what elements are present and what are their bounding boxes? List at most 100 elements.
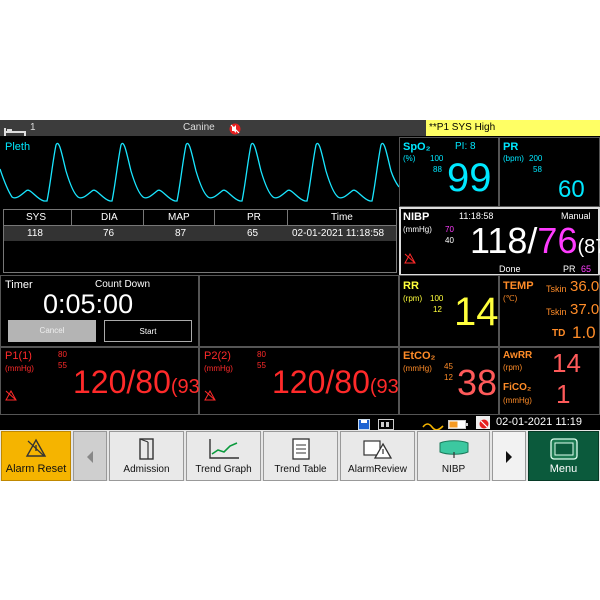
awrr-value: 14 [552, 348, 581, 378]
spo2-value: 99 [447, 156, 492, 200]
etco2-high-limit: 45 [444, 362, 453, 371]
p2-reading: 120/80(93) [272, 366, 405, 398]
rr-low-limit: 12 [433, 305, 442, 314]
p1-value: 120/80 [73, 364, 171, 400]
nibp-table-header-dia: DIA [101, 212, 118, 223]
spo2-panel[interactable]: SpO₂ PI: 8 (%) 100 88 99 [399, 137, 499, 207]
nibp-table-header-pr: PR [247, 212, 261, 223]
scroll-left-button[interactable] [73, 431, 107, 481]
nibp-reading: 118/76(87) [470, 223, 600, 259]
alarm-reset-label: Alarm Reset [5, 463, 67, 475]
tskin1-value: 36.0 [570, 278, 600, 295]
menu-label: Menu [549, 463, 578, 475]
timer-label: Timer [5, 279, 33, 291]
awrr-label: AwRR [503, 350, 533, 361]
alarm-reset-button[interactable]: Alarm Reset [1, 431, 71, 481]
p1-panel[interactable]: P1(1) (mmHg) 80 55 120/80(93) [0, 347, 206, 415]
etco2-value: 38 [457, 362, 498, 403]
pleth-waveform-panel[interactable]: Pleth [0, 137, 399, 207]
alarm-message-bar[interactable]: **P1 SYS High [426, 120, 600, 136]
nibp-button[interactable]: NIBP [417, 431, 490, 481]
timer-start-button[interactable]: Start [104, 320, 192, 342]
rr-value: 14 [454, 290, 499, 334]
nibp-table-divider [214, 210, 215, 225]
p2-high-limit: 80 [257, 350, 266, 359]
nibp-pr-label: PR [563, 264, 576, 274]
pr-low-limit: 58 [533, 165, 542, 174]
monitor-icon [549, 438, 578, 460]
rr-panel[interactable]: RR (rpm) 100 12 14 [399, 275, 499, 347]
awrr-panel[interactable]: AwRR (rpm) 14 FiCO₂ (mmHg) 1 [499, 347, 600, 415]
temp-unit: (℃) [503, 294, 518, 303]
nibp-high-limit: 70 [445, 225, 454, 234]
p2-low-limit: 55 [257, 361, 266, 370]
p2-value: 120/80 [272, 364, 370, 400]
rr-high-limit: 100 [430, 294, 444, 303]
trend-graph-button[interactable]: Trend Graph [186, 431, 261, 481]
fico2-value: 1 [556, 379, 571, 409]
alarm-message-text: **P1 SYS High [429, 122, 496, 133]
nibp-table-divider [287, 210, 288, 225]
timer-cancel-button[interactable]: Cancel [8, 320, 96, 342]
nibp-row-time: 02-01-2021 11:18:58 [292, 228, 385, 239]
pr-panel[interactable]: PR (bpm) 200 58 60 [499, 137, 600, 207]
nibp-pr-value: 65 [581, 264, 592, 274]
nibp-dia-value: 76 [537, 220, 578, 261]
p2-alarm-off-icon [204, 388, 216, 406]
pr-unit: (bpm) [503, 154, 524, 163]
nibp-map-value: (87) [577, 236, 600, 258]
trend-table-icon [291, 438, 310, 460]
nibp-label: NIBP [403, 211, 430, 223]
tskin2-value: 37.0 [570, 301, 600, 318]
rr-unit: (rpm) [403, 294, 423, 303]
p1-label: P1(1) [5, 350, 32, 362]
scroll-right-button[interactable] [492, 431, 526, 481]
td-label: TD [552, 328, 566, 339]
nibp-table-header-sys: SYS [26, 212, 47, 223]
awrr-unit: (rpm) [503, 363, 523, 372]
trend-graph-label: Trend Graph [195, 464, 252, 475]
spo2-high-limit: 100 [430, 154, 444, 163]
temp-panel[interactable]: TEMP (℃) Tskin 36.0 Tskin 37.0 TD 1.0 [499, 275, 600, 347]
admission-button[interactable]: Admission [109, 431, 184, 481]
etco2-label: EtCO₂ [403, 350, 436, 362]
nibp-low-limit: 40 [445, 236, 454, 245]
p2-panel[interactable]: P2(2) (mmHg) 80 55 120/80(93) [199, 347, 405, 415]
nibp-table-header-map: MAP [168, 212, 190, 223]
fico2-label: FiCO₂ [503, 382, 532, 393]
chevron-left-icon [87, 451, 93, 463]
p2-label: P2(2) [204, 350, 231, 362]
nibp-button-label: NIBP [441, 464, 466, 475]
p2-unit: (mmHg) [204, 364, 233, 373]
temp-label: TEMP [503, 280, 534, 292]
nibp-table-divider [143, 210, 144, 225]
nibp-panel[interactable]: NIBP 11:18:58 Manual (mmHg) 70 40 118/76… [399, 207, 600, 276]
timer-value: 0:05:00 [43, 289, 134, 319]
etco2-unit: (mmHg) [403, 364, 432, 373]
door-icon [138, 438, 154, 460]
alarm-review-button[interactable]: AlarmReview [340, 431, 415, 481]
menu-button[interactable]: Menu [528, 431, 599, 481]
p1-reading: 120/80(93) [73, 366, 206, 398]
nibp-sys-value: 118 [470, 220, 528, 261]
tskin2-label: Tskin [546, 307, 567, 317]
patient-type[interactable]: Canine [183, 122, 215, 133]
table-row[interactable]: 118 76 87 65 02-01-2021 11:18:58 [4, 226, 396, 241]
pleth-waveform [0, 142, 399, 202]
td-value: 1.0 [572, 323, 596, 342]
alarm-review-icon [362, 440, 392, 459]
timer-panel: Timer Count Down 0:05:00 Cancel Start [0, 275, 199, 347]
nibp-history-table: SYS DIA MAP PR Time 118 76 87 65 02-01-2… [3, 209, 397, 273]
trend-table-button[interactable]: Trend Table [263, 431, 338, 481]
top-status-bar: 1 Canine **P1 SYS High [0, 120, 600, 136]
nibp-row-map: 87 [175, 228, 187, 239]
etco2-low-limit: 12 [444, 373, 453, 382]
p1-alarm-off-icon [5, 388, 17, 406]
timer-cancel-label: Cancel [39, 326, 65, 335]
pr-high-limit: 200 [529, 154, 543, 163]
bed-number: 1 [30, 122, 36, 133]
rr-label: RR [403, 280, 419, 292]
nibp-row-pr: 65 [247, 228, 259, 239]
etco2-panel[interactable]: EtCO₂ (mmHg) 45 12 38 [399, 347, 499, 415]
nibp-alarm-off-icon [404, 251, 416, 269]
